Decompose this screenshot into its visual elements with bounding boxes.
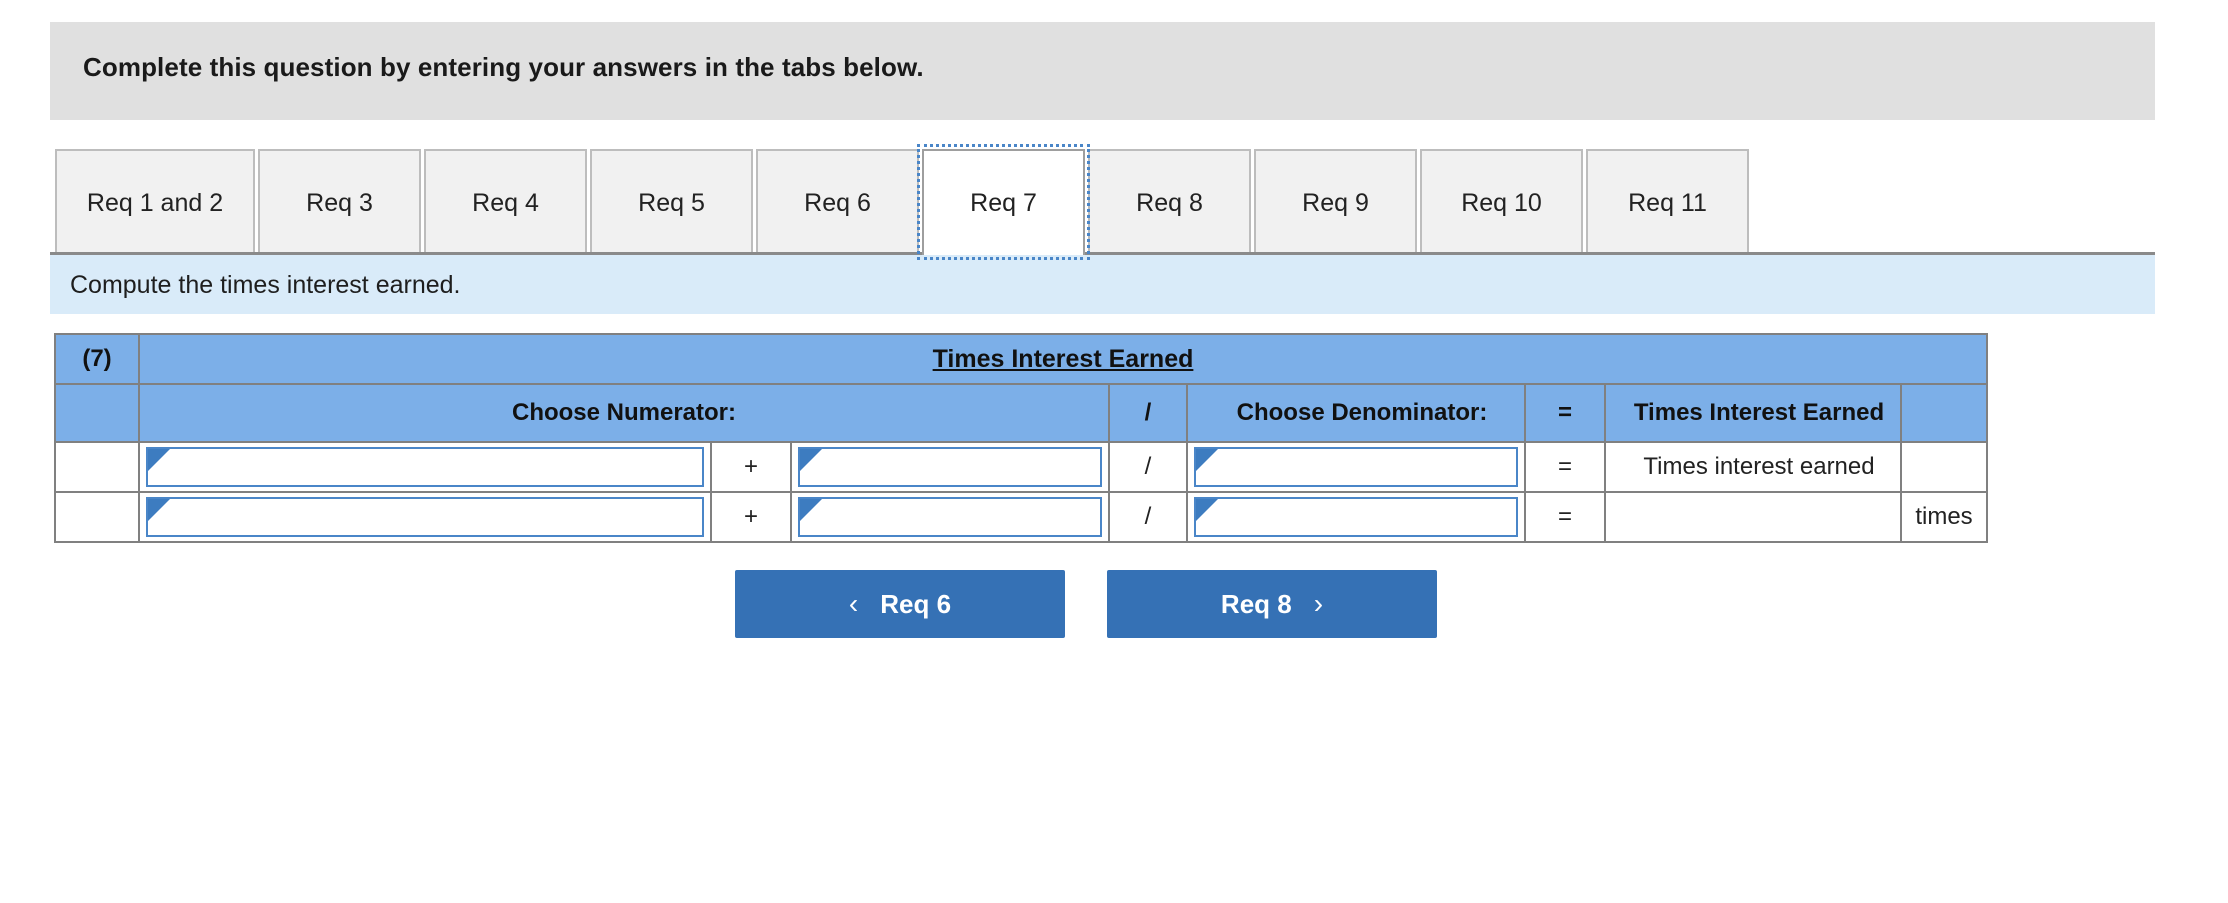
row-2-equals: = <box>1524 491 1606 543</box>
row-1-unit <box>1900 441 1988 493</box>
tab-req-11[interactable]: Req 11 <box>1586 149 1749 255</box>
tab-req-9[interactable]: Req 9 <box>1254 149 1417 255</box>
dropdown-marker-icon <box>800 499 822 521</box>
tab-req-4[interactable]: Req 4 <box>424 149 587 255</box>
tab-label: Req 7 <box>970 188 1037 217</box>
tab-label: Req 11 <box>1628 188 1707 217</box>
row-2-numerator-a-cell <box>138 491 712 543</box>
tab-req-10[interactable]: Req 10 <box>1420 149 1583 255</box>
row-1-numerator-b-cell <box>790 441 1110 493</box>
dropdown-marker-icon <box>1196 499 1218 521</box>
next-requirement-label: Req 8 <box>1220 588 1292 619</box>
row-1-numerator-a-cell <box>138 441 712 493</box>
header-slash: / <box>1108 383 1188 443</box>
tab-label: Req 4 <box>472 188 539 217</box>
row-1-index <box>54 441 140 493</box>
table-title-cell: Times Interest Earned <box>138 333 1988 385</box>
row-2-numerator-a-select[interactable] <box>146 497 704 537</box>
tab-label: Req 3 <box>306 188 373 217</box>
row-2-numerator-b-select[interactable] <box>798 497 1102 537</box>
instruction-banner: Complete this question by entering your … <box>50 22 2155 120</box>
tab-req-5[interactable]: Req 5 <box>590 149 753 255</box>
header-unit <box>1900 383 1988 443</box>
row-1-denominator-select[interactable] <box>1194 447 1518 487</box>
instruction-banner-text: Complete this question by entering your … <box>83 52 924 82</box>
header-denominator: Choose Denominator: <box>1186 383 1526 443</box>
row-1-equals: = <box>1524 441 1606 493</box>
prev-requirement-button[interactable]: ‹ Req 6 <box>735 570 1065 638</box>
table-title: Times Interest Earned <box>932 344 1194 373</box>
tab-label: Req 6 <box>804 188 871 217</box>
row-1-divider: / <box>1108 441 1188 493</box>
row-1-numerator-a-select[interactable] <box>146 447 704 487</box>
table-row: + / = Times interest earned <box>54 441 1988 493</box>
row-1-result: Times interest earned <box>1604 441 1902 493</box>
header-blank-cell <box>54 383 140 443</box>
requirement-text: Compute the times interest earned. <box>70 271 461 299</box>
prev-requirement-label: Req 6 <box>880 588 952 619</box>
tab-req-7[interactable]: Req 7 <box>917 144 1090 260</box>
row-1-denominator-cell <box>1186 441 1526 493</box>
row-2-result <box>1604 491 1902 543</box>
row-2-operator: + <box>710 491 792 543</box>
chevron-right-icon: › <box>1313 588 1324 619</box>
tab-req-3[interactable]: Req 3 <box>258 149 421 255</box>
row-2-denominator-select[interactable] <box>1194 497 1518 537</box>
dropdown-marker-icon <box>148 499 170 521</box>
row-2-unit: times <box>1900 491 1988 543</box>
tab-label: Req 10 <box>1461 188 1542 217</box>
times-interest-earned-table: (7) Times Interest Earned Choose Numerat… <box>54 333 1988 543</box>
next-requirement-button[interactable]: Req 8 › <box>1107 570 1437 638</box>
row-2-divider: / <box>1108 491 1188 543</box>
row-1-numerator-b-select[interactable] <box>798 447 1102 487</box>
tab-label: Req 9 <box>1302 188 1369 217</box>
dropdown-marker-icon <box>800 449 822 471</box>
header-equals: = <box>1524 383 1606 443</box>
dropdown-marker-icon <box>148 449 170 471</box>
tab-req-1-and-2[interactable]: Req 1 and 2 <box>55 149 255 255</box>
dropdown-marker-icon <box>1196 449 1218 471</box>
tab-label: Req 8 <box>1136 188 1203 217</box>
header-numerator: Choose Numerator: <box>138 383 1110 443</box>
table-row: + / = times <box>54 491 1988 543</box>
tab-req-8[interactable]: Req 8 <box>1088 149 1251 255</box>
navigation-buttons: ‹ Req 6 Req 8 › <box>735 570 1437 638</box>
table-header-row: Choose Numerator: / Choose Denominator: … <box>54 383 1988 443</box>
header-result: Times Interest Earned <box>1604 383 1902 443</box>
row-2-index <box>54 491 140 543</box>
chevron-left-icon: ‹ <box>848 588 859 619</box>
tab-label: Req 5 <box>638 188 705 217</box>
row-2-denominator-cell <box>1186 491 1526 543</box>
tab-label: Req 1 and 2 <box>86 188 224 217</box>
table-title-row: (7) Times Interest Earned <box>54 333 1988 385</box>
row-1-operator: + <box>710 441 792 493</box>
row-2-numerator-b-cell <box>790 491 1110 543</box>
requirement-tabs: Req 1 and 2 Req 3 Req 4 Req 5 Req 6 Req … <box>55 144 1752 260</box>
requirement-bar: Compute the times interest earned. <box>50 252 2155 314</box>
tab-req-6[interactable]: Req 6 <box>756 149 919 255</box>
requirement-number-cell: (7) <box>54 333 140 385</box>
